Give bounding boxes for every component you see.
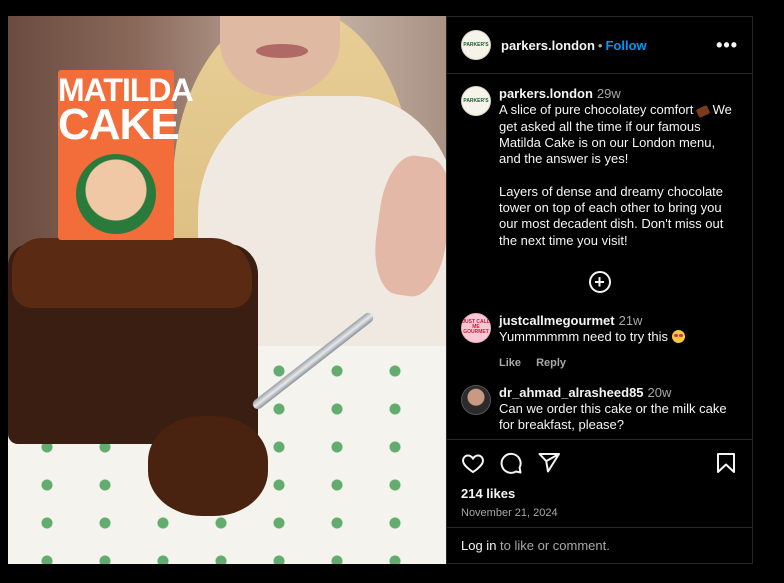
sign-line2: CAKE <box>58 99 180 149</box>
caption-text-part2: We get asked all the time if our famous … <box>499 102 732 248</box>
caption-username[interactable]: parkers.london <box>499 86 593 101</box>
comment-username[interactable]: justcallmegourmet <box>499 313 615 328</box>
login-prompt: Log in to like or comment. <box>447 527 752 563</box>
caption-text-part1: A slice of pure chocolatey comfort <box>499 102 697 118</box>
caption-time[interactable]: 29w <box>597 86 621 101</box>
instagram-post: MATILDA CAKE PARKER'S parkers.london • F… <box>8 16 753 564</box>
comment-time[interactable]: 21w <box>619 313 643 328</box>
caption: PARKER'S parkers.london 29w A slice of pu… <box>461 86 738 249</box>
heart-eyes-emoji-icon <box>671 330 685 344</box>
plus-circle-icon[interactable]: + <box>588 270 611 293</box>
caption-text-block: parkers.london 29w A slice of pure chocol… <box>499 86 738 249</box>
comment-reply-button[interactable]: Reply <box>536 357 566 369</box>
comment-avatar[interactable]: JUST CALL ME GOURMET <box>461 312 491 343</box>
login-link[interactable]: Log in <box>461 538 496 553</box>
header-separator: • <box>597 37 603 53</box>
cake-sign: MATILDA CAKE <box>58 70 194 240</box>
comment-like-button[interactable]: Like <box>499 357 521 369</box>
send-icon[interactable] <box>537 451 561 475</box>
comment-body: justcallmegourmet 21w Yummmmmm need to tr… <box>499 313 685 371</box>
comment-text: Yummmmmm need to try this <box>499 329 672 345</box>
follow-button[interactable]: Follow <box>605 38 646 53</box>
comment-item: dr_ahmad_alrasheed85 20w Can we order thi… <box>461 384 738 434</box>
cake-bite <box>148 416 268 516</box>
person-lips <box>256 44 308 58</box>
comment-icon[interactable] <box>499 451 523 475</box>
bookmark-icon[interactable] <box>714 451 738 475</box>
comment-item: JUST CALL ME GOURMET justcallmegourmet 21… <box>461 312 738 371</box>
avatar-text: PARKER'S <box>463 41 489 48</box>
comment-username[interactable]: dr_ahmad_alrasheed85 <box>499 385 644 400</box>
comment-actions: Like Reply <box>499 355 685 371</box>
comments-section[interactable]: PARKER'S parkers.london 29w A slice of pu… <box>447 74 752 439</box>
heart-icon[interactable] <box>461 451 485 475</box>
post-image[interactable]: MATILDA CAKE <box>8 16 446 564</box>
post-header: PARKER'S parkers.london • Follow ••• <box>447 17 752 74</box>
more-horizontal-icon[interactable]: ••• <box>716 35 738 56</box>
likes-count[interactable]: 214 likes <box>461 486 738 501</box>
comment-time[interactable]: 20w <box>648 385 672 400</box>
caption-avatar[interactable]: PARKER'S <box>461 86 491 116</box>
action-bar <box>461 440 738 486</box>
sign-portrait <box>76 154 156 235</box>
login-rest: to like or comment. <box>496 538 610 553</box>
comment-avatar[interactable] <box>461 384 491 415</box>
profile-avatar[interactable]: PARKER'S <box>461 30 491 60</box>
header-username[interactable]: parkers.london <box>501 38 595 53</box>
comment-avatar-text: JUST CALL ME GOURMET <box>462 319 490 336</box>
cake-glaze <box>12 238 252 308</box>
comment-body: dr_ahmad_alrasheed85 20w Can we order thi… <box>499 385 738 434</box>
caption-avatar-text: PARKER'S <box>463 97 489 104</box>
comment-text: Can we order this cake or the milk cake … <box>499 401 727 433</box>
post-date[interactable]: November 21, 2024 <box>461 507 738 519</box>
post-side-panel: PARKER'S parkers.london • Follow ••• PAR… <box>446 16 753 564</box>
